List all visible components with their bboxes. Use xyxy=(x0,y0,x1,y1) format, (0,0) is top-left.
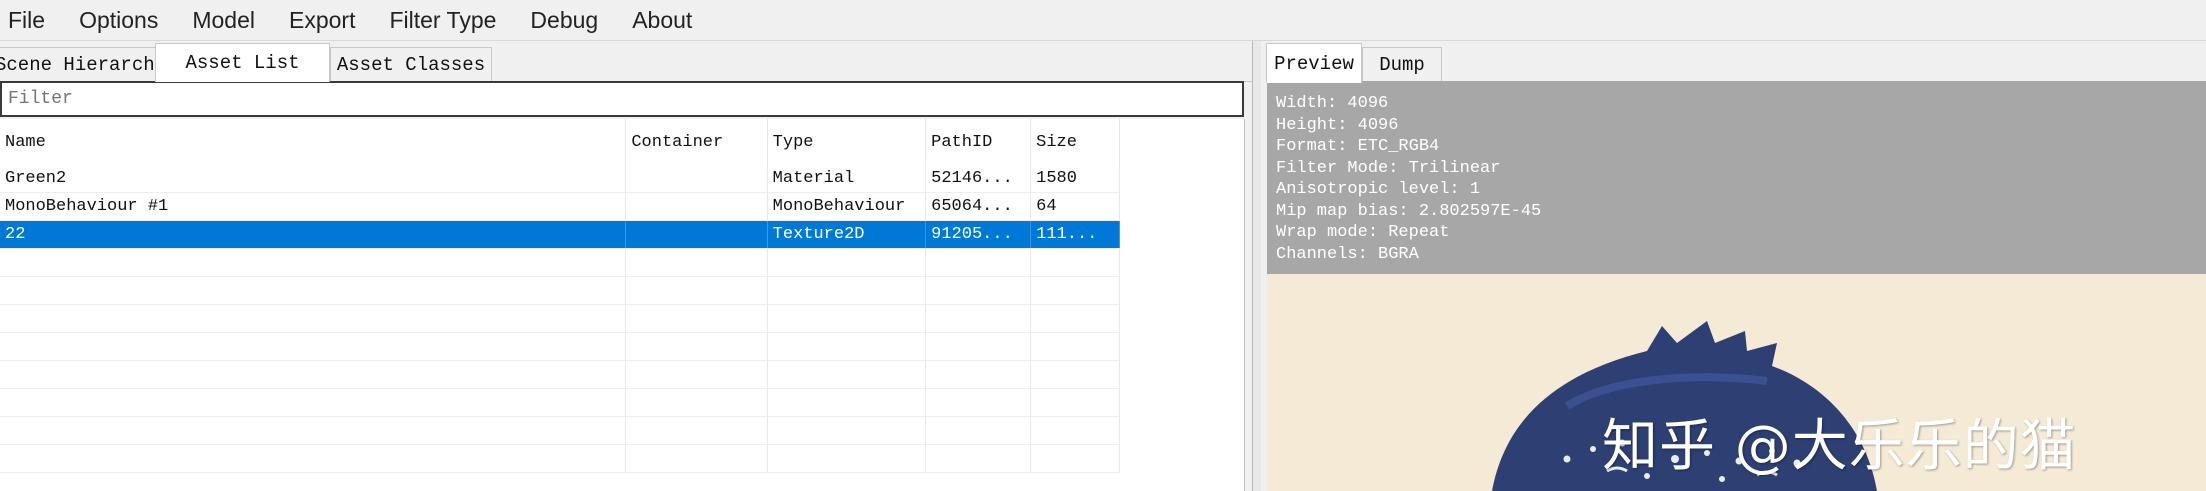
table-row-selected[interactable]: 22 Texture2D 91205... 111... xyxy=(0,220,1120,249)
info-width: Width: 4096 xyxy=(1276,94,1389,113)
tab-dump[interactable]: Dump xyxy=(1362,47,1442,81)
cell-name: 22 xyxy=(0,220,627,249)
empty-row xyxy=(0,248,1120,277)
tab-scene-hierarchy[interactable]: Scene Hierarchy xyxy=(0,47,156,81)
info-height: Height: 4096 xyxy=(1276,115,1399,135)
cell-type: Texture2D xyxy=(767,220,927,249)
cell-pathid: 65064... xyxy=(925,192,1032,221)
tab-asset-list[interactable]: Asset List xyxy=(155,43,330,82)
menu-file[interactable]: File xyxy=(0,0,62,40)
asset-table: Name Container Type PathID Size Green2 M… xyxy=(0,119,1120,473)
preview-pane: Preview Dump Width: 4096 Height: 4096 Fo… xyxy=(1261,41,2206,491)
empty-row xyxy=(0,416,1120,445)
column-header-container[interactable]: Container xyxy=(625,119,768,165)
menu-filter-type[interactable]: Filter Type xyxy=(372,0,513,40)
empty-row xyxy=(0,276,1120,305)
filter-input[interactable] xyxy=(0,81,1244,117)
column-header-pathid[interactable]: PathID xyxy=(925,119,1032,165)
cell-size: 1580 xyxy=(1030,165,1120,193)
cell-container xyxy=(625,220,768,249)
column-header-type[interactable]: Type xyxy=(767,119,927,165)
cell-container xyxy=(625,192,768,221)
info-mip-map-bias: Mip map bias: 2.802597E-45 xyxy=(1276,201,1542,221)
cell-size: 64 xyxy=(1030,192,1120,221)
info-anisotropic-level: Anisotropic level: 1 xyxy=(1276,180,1481,199)
cell-size: 111... xyxy=(1030,220,1120,249)
empty-row xyxy=(0,304,1120,333)
asset-table-container: Name Container Type PathID Size Green2 M… xyxy=(0,119,1245,491)
info-filter-mode: Filter Mode: Trilinear xyxy=(1276,158,1501,178)
watermark: 知乎 @大乐乐的猫 xyxy=(1602,414,2077,479)
empty-row xyxy=(0,444,1120,473)
empty-row xyxy=(0,360,1120,389)
menu-debug[interactable]: Debug xyxy=(513,0,615,40)
menu-about[interactable]: About xyxy=(615,0,709,40)
menu-options[interactable]: Options xyxy=(62,0,175,40)
menu-export[interactable]: Export xyxy=(272,0,372,40)
table-row[interactable]: Green2 Material 52146... 1580 xyxy=(0,165,1120,193)
menu-model[interactable]: Model xyxy=(175,0,272,40)
info-wrap-mode: Wrap mode: Repeat xyxy=(1276,223,1450,242)
texture-info-panel: Width: 4096 Height: 4096 Format: ETC_RGB… xyxy=(1267,81,2206,274)
texture-preview: Width: 4096 Height: 4096 Format: ETC_RGB… xyxy=(1267,81,2206,491)
cell-type: MonoBehaviour xyxy=(767,192,927,221)
menu-bar: File Options Model Export Filter Type De… xyxy=(0,0,2206,41)
asset-list-pane: Scene Hierarchy Asset List Asset Classes… xyxy=(0,41,1253,491)
cell-pathid: 91205... xyxy=(925,220,1032,249)
cell-name: Green2 xyxy=(0,165,627,193)
tab-asset-classes[interactable]: Asset Classes xyxy=(330,47,492,81)
info-format: Format: ETC_RGB4 xyxy=(1276,137,1440,156)
info-channels: Channels: BGRA xyxy=(1276,244,1419,264)
empty-row xyxy=(0,388,1120,417)
cell-type: Material xyxy=(767,165,927,193)
column-header-name[interactable]: Name xyxy=(0,119,627,165)
column-header-size[interactable]: Size xyxy=(1030,119,1120,165)
left-tab-strip: Scene Hierarchy Asset List Asset Classes xyxy=(0,41,1252,82)
cell-container xyxy=(625,165,768,193)
table-header-row: Name Container Type PathID Size xyxy=(0,119,1120,165)
cell-pathid: 52146... xyxy=(925,165,1032,193)
tab-preview[interactable]: Preview xyxy=(1266,43,1362,83)
table-row[interactable]: MonoBehaviour #1 MonoBehaviour 65064... … xyxy=(0,192,1120,221)
pane-splitter[interactable] xyxy=(1253,41,1261,491)
empty-row xyxy=(0,332,1120,361)
cell-name: MonoBehaviour #1 xyxy=(0,192,627,221)
